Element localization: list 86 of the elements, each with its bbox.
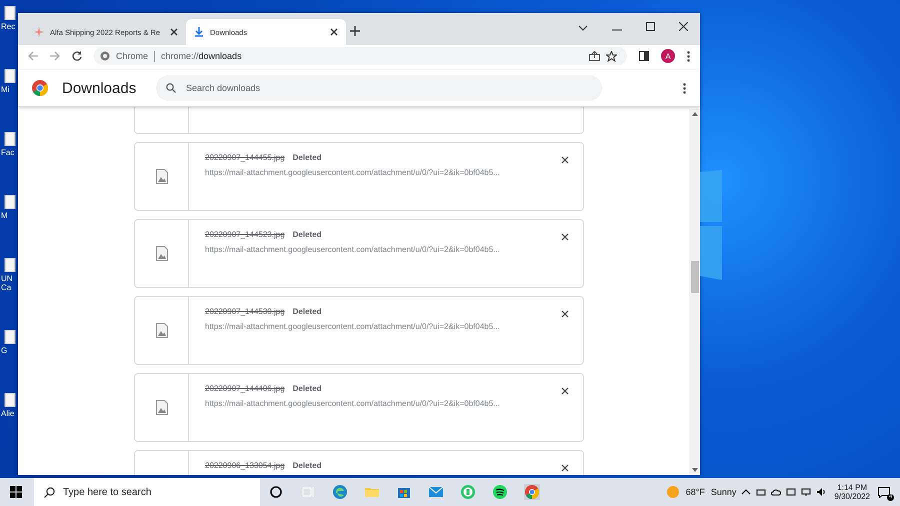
clock-date[interactable]: 9/30/2022	[834, 492, 870, 501]
maximize-icon[interactable]	[646, 22, 655, 31]
device-icon[interactable]	[786, 487, 796, 497]
camera-icon[interactable]	[756, 487, 766, 497]
download-icon	[194, 27, 204, 37]
spotify-icon[interactable]	[492, 484, 508, 500]
address-bar[interactable]: Chrome chrome://downloads	[94, 47, 627, 65]
url-text: chrome://downloads	[161, 51, 242, 61]
chevron-down-icon[interactable]	[578, 25, 588, 31]
scroll-up-icon[interactable]	[692, 112, 698, 116]
file-icon[interactable]	[4, 195, 16, 209]
sparkle-icon	[34, 27, 44, 37]
file-name[interactable]: 20220907_144523.jpg	[205, 230, 285, 239]
chevron-up-icon[interactable]	[741, 487, 752, 497]
file-name[interactable]: 20220907_144455.jpg	[205, 153, 285, 162]
close-icon[interactable]	[561, 387, 569, 395]
share-icon[interactable]	[589, 51, 600, 61]
weather-temperature[interactable]: 68°F	[686, 487, 705, 497]
close-icon[interactable]	[330, 28, 338, 36]
file-name[interactable]: 20220907_144406.jpg	[205, 384, 285, 393]
scrollbar[interactable]	[689, 109, 700, 475]
taskbar-search-field[interactable]: Type here to search	[34, 478, 260, 506]
close-icon[interactable]	[679, 22, 688, 31]
close-icon[interactable]	[561, 464, 569, 472]
file-name[interactable]: 20220906_133054.jpg	[205, 461, 285, 470]
file-icon[interactable]	[4, 330, 16, 344]
globe-icon	[100, 51, 110, 61]
desktop-icon-label[interactable]: Fac	[1, 148, 19, 157]
search-icon	[44, 486, 55, 498]
chrome-icon[interactable]	[524, 484, 540, 500]
source-url[interactable]: https://mail-attachment.googleusercontent.com/attachment/u/0/?ui=2&ik=0bf04b5...	[205, 399, 561, 408]
scrollbar-thumb[interactable]	[690, 261, 698, 293]
download-status: Deleted	[292, 230, 322, 239]
side-panel-icon[interactable]	[639, 51, 649, 61]
image-file-icon	[156, 246, 168, 261]
mail-icon[interactable]	[428, 484, 444, 500]
download-status: Deleted	[292, 307, 322, 316]
desktop-icon-label[interactable]: Mi	[1, 85, 19, 94]
download-status: Deleted	[292, 153, 322, 162]
cloud-icon[interactable]	[771, 487, 782, 497]
notification-icon	[878, 486, 890, 498]
desktop-icon-label[interactable]: Rec	[1, 22, 19, 31]
desktop-icon-label[interactable]: Alie	[1, 409, 19, 418]
source-url[interactable]: https://mail-attachment.googleusercontent.com/attachment/u/0/?ui=2&ik=0bf04b5...	[205, 168, 561, 177]
desktop-icon-label[interactable]: UN Ca	[1, 274, 19, 292]
site-label: Chrome	[116, 51, 148, 61]
page-title: Downloads	[62, 80, 138, 96]
desktop-icon-label[interactable]: G	[1, 346, 19, 355]
speaker-icon[interactable]	[816, 487, 826, 497]
chrome-logo-icon	[32, 80, 48, 96]
search-input[interactable]: Search downloads	[186, 78, 592, 98]
profile-avatar[interactable]: A	[661, 49, 675, 63]
file-icon[interactable]	[4, 258, 16, 272]
star-icon[interactable]	[606, 50, 617, 62]
file-icon[interactable]	[4, 69, 16, 83]
close-icon[interactable]	[561, 156, 569, 164]
file-icon[interactable]	[4, 132, 16, 146]
download-status: Deleted	[292, 384, 322, 393]
image-file-icon	[156, 169, 168, 184]
close-icon[interactable]	[561, 310, 569, 318]
more-vertical-icon[interactable]	[683, 82, 686, 94]
desktop-icon-label[interactable]: M	[1, 211, 19, 220]
search-icon	[166, 83, 176, 93]
windows-start-icon[interactable]	[10, 486, 22, 498]
reload-icon[interactable]	[72, 51, 82, 61]
file-icon[interactable]	[4, 6, 16, 20]
source-url[interactable]: https://mail-attachment.googleusercontent.com/attachment/u/0/?ui=2&ik=0bf04b5...	[205, 322, 561, 331]
edge-browser-icon[interactable]	[332, 484, 348, 500]
file-icon[interactable]	[4, 393, 16, 407]
cortana-icon[interactable]	[268, 484, 284, 500]
monitor-icon[interactable]	[801, 487, 812, 497]
minimize-icon[interactable]	[612, 29, 622, 31]
source-url[interactable]: https://mail-attachment.googleusercontent.com/attachment/u/0/?ui=2&ik=0bf04b5...	[205, 245, 561, 254]
scroll-down-icon[interactable]	[692, 468, 698, 472]
plus-icon[interactable]	[350, 26, 360, 36]
image-file-icon	[156, 400, 168, 415]
taskbar-search-input[interactable]: Type here to search	[63, 482, 250, 502]
weather-condition[interactable]: Sunny	[710, 487, 736, 497]
clock-time[interactable]: 1:14 PM	[837, 483, 868, 492]
close-icon[interactable]	[170, 28, 178, 36]
file-name[interactable]: 20220907_144530.jpg	[205, 307, 285, 316]
close-icon[interactable]	[561, 233, 569, 241]
more-vertical-icon[interactable]	[687, 50, 690, 62]
download-status: Deleted	[292, 461, 322, 470]
image-file-icon	[156, 323, 168, 338]
search-field[interactable]: Search downloads	[156, 75, 602, 101]
